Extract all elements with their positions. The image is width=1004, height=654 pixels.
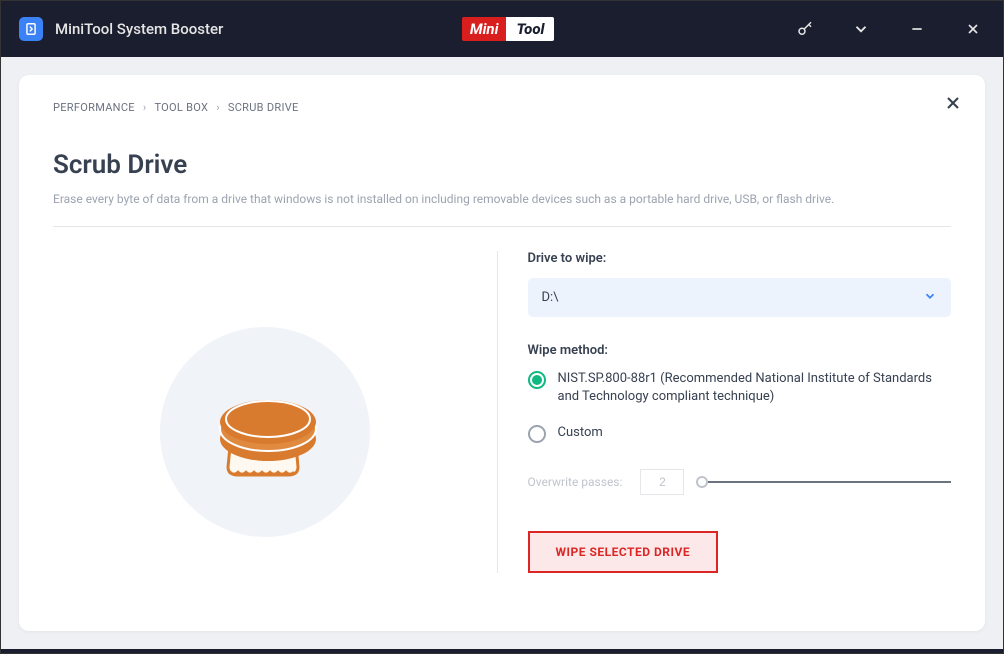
chevron-down-icon[interactable] (849, 17, 873, 41)
page-description: Erase every byte of data from a drive th… (53, 192, 951, 227)
bottom-bar (1, 649, 1003, 654)
slider-thumb-icon (696, 476, 708, 488)
card-close-button[interactable] (943, 93, 963, 117)
chevron-right-icon: › (143, 101, 147, 114)
radio-icon (528, 425, 546, 443)
brand-logo: Mini Tool (462, 17, 555, 41)
breadcrumb-scrubdrive[interactable]: SCRUB DRIVE (228, 101, 299, 114)
app-title: MiniTool System Booster (55, 20, 223, 38)
wipe-button[interactable]: WIPE SELECTED DRIVE (528, 531, 719, 573)
breadcrumb-toolbox[interactable]: TOOL BOX (154, 101, 208, 114)
titlebar: MiniTool System Booster Mini Tool (1, 1, 1003, 57)
radio-custom-label: Custom (558, 424, 603, 442)
chevron-down-icon (923, 288, 937, 307)
drive-label: Drive to wipe: (528, 251, 952, 266)
close-button[interactable] (961, 17, 985, 41)
main-card: PERFORMANCE › TOOL BOX › SCRUB DRIVE Scr… (19, 75, 985, 631)
drive-select-value: D:\ (542, 290, 559, 305)
app-icon (19, 17, 43, 41)
radio-custom[interactable]: Custom (528, 424, 952, 443)
drive-select[interactable]: D:\ (528, 278, 952, 317)
passes-slider[interactable] (702, 481, 951, 483)
radio-nist-label: NIST.SP.800-88r1 (Recommended National I… (558, 370, 952, 406)
method-label: Wipe method: (528, 343, 952, 358)
chevron-right-icon: › (216, 101, 220, 114)
breadcrumb-performance[interactable]: PERFORMANCE (53, 101, 135, 114)
breadcrumb: PERFORMANCE › TOOL BOX › SCRUB DRIVE (53, 101, 951, 114)
passes-input[interactable] (640, 469, 684, 495)
scrub-illustration (160, 327, 370, 537)
minimize-button[interactable] (905, 17, 929, 41)
key-icon[interactable] (793, 17, 817, 41)
radio-icon (528, 371, 546, 389)
radio-nist[interactable]: NIST.SP.800-88r1 (Recommended National I… (528, 370, 952, 406)
page-title: Scrub Drive (53, 150, 951, 180)
passes-label: Overwrite passes: (528, 475, 623, 489)
